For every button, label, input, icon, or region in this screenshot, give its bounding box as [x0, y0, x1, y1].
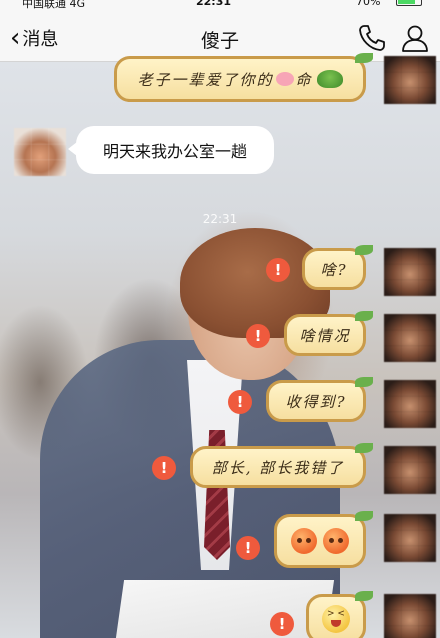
sent-emoji-bubble[interactable] — [274, 511, 373, 568]
carrier-label: 中国联通 4G — [22, 0, 86, 10]
avatar[interactable] — [384, 594, 436, 638]
message-text: 收得到? — [285, 392, 347, 411]
avatar[interactable] — [384, 380, 436, 428]
exclamation-icon[interactable]: ! — [228, 390, 252, 414]
message-text: 明天来我办公室一趟 — [102, 142, 247, 161]
message-text-suffix: 命 — [295, 70, 313, 89]
status-time: 22:31 — [196, 0, 232, 8]
pig-emoji-icon — [275, 72, 294, 86]
battery-percent: 70% — [356, 0, 381, 8]
angry-face-emoji-icon — [323, 528, 349, 554]
received-message-bubble[interactable]: 明天来我办公室一趟 — [68, 126, 274, 174]
sent-message-bubble[interactable]: 啥? — [302, 245, 373, 290]
exclamation-icon[interactable]: ! — [236, 536, 260, 560]
message-timestamp: 22:31 — [202, 212, 238, 226]
avatar[interactable] — [384, 56, 436, 104]
exclamation-icon[interactable]: ! — [266, 258, 290, 282]
avatar[interactable] — [384, 248, 436, 296]
exclamation-icon[interactable]: ! — [246, 324, 270, 348]
exclamation-icon[interactable]: ! — [152, 456, 176, 480]
exclamation-icon[interactable]: ! — [270, 612, 294, 636]
message-text: 啥? — [320, 260, 348, 279]
person-icon[interactable] — [399, 22, 431, 54]
battery-icon — [396, 0, 422, 6]
sent-message-bubble[interactable]: 部长, 部长我错了 — [190, 443, 373, 488]
sent-emoji-bubble[interactable] — [306, 591, 373, 638]
sent-message-bubble[interactable]: 老子一辈爱了你的 命 — [114, 53, 373, 102]
background-book — [115, 580, 335, 638]
avatar[interactable] — [384, 314, 436, 362]
phone-icon[interactable] — [356, 22, 388, 54]
status-bar: 中国联通 4G 22:31 70% — [0, 0, 440, 14]
sent-message-bubble[interactable]: 收得到? — [266, 377, 373, 422]
avatar[interactable] — [384, 446, 436, 494]
angry-face-emoji-icon — [291, 528, 317, 554]
sent-message-bubble[interactable]: 啥情况 — [284, 311, 373, 356]
turtle-emoji-icon — [316, 70, 343, 88]
avatar[interactable] — [384, 514, 436, 562]
nav-bar: ‹ 消息 傻子 — [0, 14, 440, 62]
message-text: 啥情况 — [299, 326, 351, 345]
message-text: 部长, 部长我错了 — [211, 458, 345, 477]
laughing-face-emoji-icon — [322, 605, 350, 633]
avatar[interactable] — [14, 128, 66, 176]
message-text: 老子一辈爱了你的 — [137, 70, 274, 89]
